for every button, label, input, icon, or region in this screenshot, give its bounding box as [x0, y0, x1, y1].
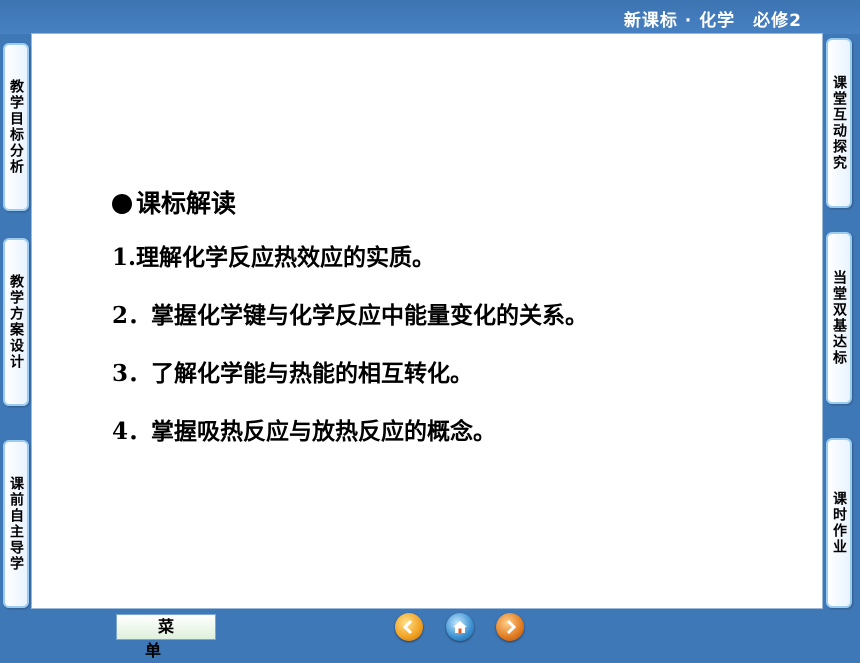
tab-pre-class-study[interactable]: 课前自主导学 [3, 440, 29, 608]
forward-button[interactable] [496, 613, 524, 641]
home-button[interactable] [446, 613, 474, 641]
menu-button[interactable]: 菜单 [116, 614, 216, 660]
tab-label: 当堂双基达标 [831, 270, 847, 366]
back-button[interactable] [395, 613, 423, 641]
section-heading: 课标解读 [112, 184, 588, 220]
tab-label: 课时作业 [831, 491, 847, 555]
tab-teaching-goals[interactable]: 教学目标分析 [3, 43, 29, 211]
tab-label: 教学方案设计 [8, 274, 24, 370]
objective-item: 4．掌握吸热反应与放热反应的概念。 [112, 418, 497, 445]
forward-icon [506, 619, 517, 635]
tab-homework[interactable]: 课时作业 [826, 438, 852, 608]
objective-item: 3．了解化学能与热能的相互转化。 [112, 360, 474, 387]
bullet-icon [112, 194, 132, 214]
objective-item: 1.理解化学反应热效应的实质。 [112, 244, 436, 271]
tab-label: 课堂互动探究 [831, 75, 847, 171]
back-icon [402, 619, 413, 635]
tab-in-class-practice[interactable]: 当堂双基达标 [826, 232, 852, 404]
tab-classroom-inquiry[interactable]: 课堂互动探究 [826, 38, 852, 208]
course-title: 新课标 · 化学 必修2 [623, 11, 802, 31]
slide-content: 课标解读 1.理解化学反应热效应的实质。 2．掌握化学键与化学反应中能量变化的关… [112, 184, 588, 470]
tab-teaching-plan[interactable]: 教学方案设计 [3, 238, 29, 406]
tab-label: 教学目标分析 [8, 79, 24, 175]
tab-label: 课前自主导学 [8, 476, 24, 572]
objective-item: 2．掌握化学键与化学反应中能量变化的关系。 [112, 302, 589, 329]
section-heading-text: 课标解读 [136, 189, 237, 218]
home-icon [453, 621, 467, 633]
